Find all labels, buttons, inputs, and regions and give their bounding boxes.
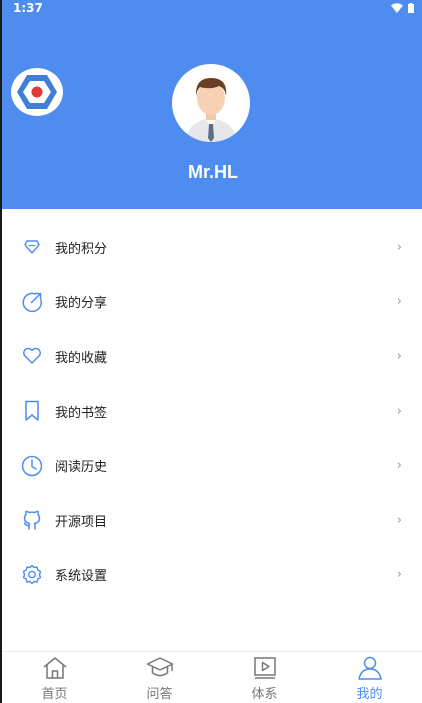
menu-item-label: 我的收藏 bbox=[55, 350, 108, 366]
chevron-right-icon: › bbox=[396, 458, 402, 474]
menu-item-points[interactable]: 我的积分 › bbox=[2, 220, 422, 275]
menu-item-label: 我的积分 bbox=[55, 241, 108, 257]
clock-icon bbox=[21, 455, 43, 477]
tab-label: 我的 bbox=[356, 687, 383, 702]
status-bar: 1:37 bbox=[2, 0, 422, 18]
menu-item-label: 我的分享 bbox=[55, 296, 108, 312]
graduation-cap-icon bbox=[146, 657, 173, 677]
username: Mr.HL bbox=[187, 162, 238, 182]
menu-item-share[interactable]: 我的分享 › bbox=[2, 275, 422, 330]
menu-item-label: 系统设置 bbox=[55, 569, 108, 585]
chevron-right-icon: › bbox=[396, 348, 402, 364]
chevron-right-icon: › bbox=[396, 567, 402, 583]
bottom-tab-bar: 首页 问答 体系 我的 bbox=[2, 651, 422, 703]
tab-home[interactable]: 首页 bbox=[2, 652, 107, 703]
tab-label: 问答 bbox=[146, 687, 173, 702]
hexagon-logo-icon bbox=[17, 75, 57, 109]
app-screen: 1:37 Mr.HL 我的积分 › 我的分享 › 我的收藏 › 我的书签 › 阅… bbox=[2, 0, 422, 703]
tab-system[interactable]: 体系 bbox=[212, 652, 317, 703]
tab-qa[interactable]: 问答 bbox=[107, 652, 212, 703]
profile-menu: 我的积分 › 我的分享 › 我的收藏 › 我的书签 › 阅读历史 › 开源项目 … bbox=[2, 220, 422, 602]
chevron-right-icon: › bbox=[396, 512, 402, 528]
menu-item-favorites[interactable]: 我的收藏 › bbox=[2, 329, 422, 384]
chevron-right-icon: › bbox=[396, 403, 402, 419]
menu-item-label: 开源项目 bbox=[55, 514, 108, 530]
diamond-icon bbox=[21, 236, 43, 258]
profile-header: 1:37 Mr.HL bbox=[2, 0, 422, 209]
user-icon bbox=[357, 656, 382, 680]
chevron-right-icon: › bbox=[396, 239, 402, 255]
menu-item-label: 阅读历史 bbox=[55, 460, 108, 476]
menu-item-bookmarks[interactable]: 我的书签 › bbox=[2, 384, 422, 439]
avatar-image bbox=[186, 78, 236, 142]
status-time: 1:37 bbox=[13, 1, 43, 15]
menu-item-label: 我的书签 bbox=[55, 405, 108, 421]
wifi-icon bbox=[391, 3, 403, 13]
settings-icon bbox=[21, 564, 43, 586]
home-icon bbox=[43, 657, 66, 679]
app-logo[interactable] bbox=[11, 68, 63, 116]
video-book-icon bbox=[253, 657, 276, 679]
github-icon bbox=[21, 509, 43, 531]
chevron-right-icon: › bbox=[396, 294, 402, 310]
battery-icon bbox=[408, 3, 414, 13]
tab-label: 体系 bbox=[251, 687, 278, 702]
tab-label: 首页 bbox=[41, 687, 68, 702]
tab-mine[interactable]: 我的 bbox=[317, 652, 422, 703]
menu-item-history[interactable]: 阅读历史 › bbox=[2, 438, 422, 493]
menu-item-open-source[interactable]: 开源项目 › bbox=[2, 493, 422, 548]
bookmark-icon bbox=[21, 400, 43, 422]
heart-icon bbox=[21, 345, 43, 367]
share-icon bbox=[21, 291, 43, 313]
avatar[interactable] bbox=[172, 64, 250, 142]
menu-item-settings[interactable]: 系统设置 › bbox=[2, 548, 422, 603]
